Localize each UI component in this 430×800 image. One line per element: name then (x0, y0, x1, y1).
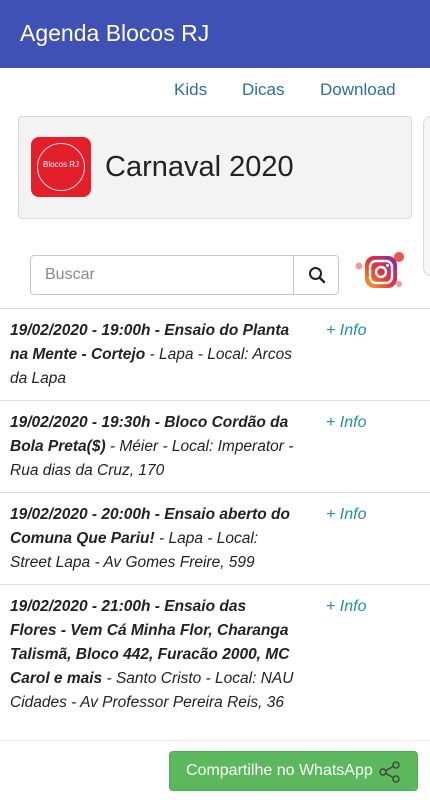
event-item: 19/02/2020 - 19:00h - Ensaio do Planta n… (0, 308, 430, 400)
event-info-link[interactable]: + Info (326, 411, 366, 435)
blocos-rj-logo: Blocos RJ (31, 137, 91, 197)
top-nav: Kids Dicas Download (0, 80, 430, 104)
search-icon (308, 267, 325, 284)
event-item: 19/02/2020 - 20:00h - Ensaio aberto do C… (0, 492, 430, 584)
search-button[interactable] (293, 256, 339, 294)
event-text: 19/02/2020 - 19:30h - Bloco Cordão da Bo… (10, 411, 295, 483)
carnaval-banner: Blocos RJ Carnaval 2020 (18, 116, 412, 219)
event-item: 19/02/2020 - 21:00h - Ensaio das Flores … (0, 584, 430, 744)
event-info-link[interactable]: + Info (326, 319, 366, 343)
event-info-link[interactable]: + Info (326, 503, 366, 527)
app-bar: Agenda Blocos RJ (0, 0, 430, 68)
nav-download-link[interactable]: Download (320, 80, 396, 100)
nav-kids-link[interactable]: Kids (174, 80, 207, 100)
search-box (30, 255, 339, 295)
whatsapp-share-label: Compartilhe no WhatsApp (186, 762, 373, 779)
footer-bar: Compartilhe no WhatsApp (0, 740, 430, 800)
app-title: Agenda Blocos RJ (20, 20, 210, 46)
banner-title: Carnaval 2020 (105, 151, 294, 183)
event-info-link[interactable]: + Info (326, 595, 366, 619)
instagram-button[interactable] (355, 250, 409, 294)
nav-dicas-link[interactable]: Dicas (242, 80, 285, 100)
whatsapp-share-button[interactable]: Compartilhe no WhatsApp (169, 751, 418, 791)
event-text: 19/02/2020 - 21:00h - Ensaio das Flores … (10, 595, 295, 715)
share-icon (379, 761, 400, 783)
logo-text: Blocos RJ (42, 160, 79, 169)
event-text: 19/02/2020 - 20:00h - Ensaio aberto do C… (10, 503, 295, 575)
event-text: 19/02/2020 - 19:00h - Ensaio do Planta n… (10, 319, 295, 391)
event-item: 19/02/2020 - 19:30h - Bloco Cordão da Bo… (0, 400, 430, 492)
side-card-edge (423, 116, 430, 276)
search-input[interactable] (31, 256, 293, 294)
instagram-icon (355, 252, 404, 288)
